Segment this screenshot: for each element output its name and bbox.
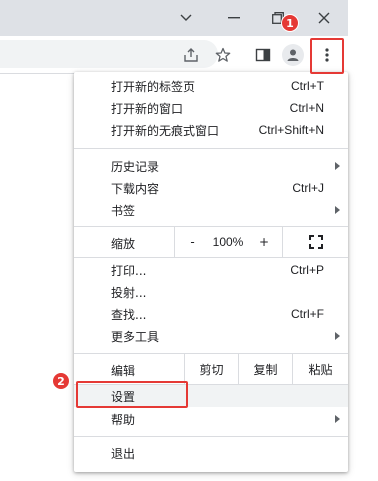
- menu-item-bookmarks[interactable]: 书签: [74, 199, 348, 221]
- edit-row: 编辑 剪切 复制 粘贴: [74, 354, 348, 384]
- copy-button[interactable]: 复制: [238, 354, 292, 384]
- fullscreen-button[interactable]: [282, 227, 348, 257]
- annotation-badge-2: 2: [52, 372, 70, 390]
- menu-divider: [74, 148, 348, 149]
- copy-label: 复制: [253, 362, 278, 377]
- paste-label: 粘贴: [308, 362, 333, 377]
- menu-item-label: 打开新的无痕式窗口: [111, 123, 220, 138]
- cut-button[interactable]: 剪切: [184, 354, 238, 384]
- menu-item-shortcut: Ctrl+N: [289, 101, 324, 115]
- paste-button[interactable]: 粘贴: [292, 354, 348, 384]
- zoom-value: 100%: [212, 235, 244, 249]
- menu-divider: [74, 257, 348, 258]
- menu-item-shortcut: Ctrl+T: [291, 79, 324, 93]
- zoom-label: 缩放: [111, 237, 136, 251]
- menu-divider: [74, 436, 348, 437]
- zoom-out-label: -: [190, 235, 195, 249]
- menu-item-cast[interactable]: 投射...: [74, 281, 348, 303]
- chrome-main-menu: 打开新的标签页 Ctrl+T 打开新的窗口 Ctrl+N 打开新的无痕式窗口 C…: [74, 72, 348, 472]
- menu-item-label: 书签: [111, 203, 136, 218]
- zoom-row: 缩放 - 100% +: [74, 227, 348, 257]
- menu-item-help[interactable]: 帮助: [74, 408, 348, 430]
- star-icon[interactable]: [212, 44, 234, 66]
- submenu-arrow-icon: [335, 206, 340, 214]
- menu-item-downloads[interactable]: 下载内容 Ctrl+J: [74, 177, 348, 199]
- annotation-box-menu-button: [310, 38, 344, 74]
- share-icon[interactable]: [180, 44, 202, 66]
- submenu-arrow-icon: [335, 332, 340, 340]
- menu-item-label: 打开新的标签页: [111, 79, 196, 94]
- menu-item-find[interactable]: 查找... Ctrl+F: [74, 303, 348, 325]
- menu-item-label: 查找...: [111, 307, 147, 322]
- menu-item-label: 更多工具: [111, 329, 160, 344]
- menu-item-label: 打印...: [111, 263, 147, 278]
- submenu-arrow-icon: [335, 415, 340, 423]
- menu-item-shortcut: Ctrl+P: [290, 263, 324, 277]
- menu-item-print[interactable]: 打印... Ctrl+P: [74, 259, 348, 281]
- zoom-out-button[interactable]: -: [174, 227, 210, 257]
- menu-item-new-window[interactable]: 打开新的窗口 Ctrl+N: [74, 97, 348, 119]
- menu-item-label: 下载内容: [111, 181, 160, 196]
- fullscreen-icon: [308, 235, 323, 249]
- menu-item-label: 打开新的窗口: [111, 101, 184, 116]
- menu-item-history[interactable]: 历史记录: [74, 155, 348, 177]
- profile-icon[interactable]: [282, 44, 304, 66]
- menu-item-shortcut: Ctrl+J: [292, 181, 324, 195]
- edit-label: 编辑: [111, 364, 136, 378]
- cut-label: 剪切: [199, 362, 224, 377]
- browser-toolbar: [0, 36, 348, 74]
- menu-item-label: 退出: [111, 446, 136, 461]
- menu-item-label: 历史记录: [111, 159, 160, 174]
- chevron-down-icon[interactable]: [176, 8, 196, 28]
- menu-item-label: 投射...: [111, 285, 147, 300]
- menu-item-more-tools[interactable]: 更多工具: [74, 325, 348, 347]
- menu-item-exit[interactable]: 退出: [74, 442, 348, 464]
- menu-item-incognito[interactable]: 打开新的无痕式窗口 Ctrl+Shift+N: [74, 119, 348, 141]
- menu-item-label: 帮助: [111, 412, 136, 427]
- zoom-in-label: +: [258, 235, 270, 249]
- annotation-badge-1: 1: [281, 14, 299, 32]
- submenu-arrow-icon: [335, 162, 340, 170]
- minimize-icon[interactable]: [224, 8, 244, 28]
- menu-item-shortcut: Ctrl+Shift+N: [258, 123, 324, 137]
- zoom-in-button[interactable]: +: [246, 227, 282, 257]
- zoom-level: 100%: [210, 227, 246, 257]
- side-panel-icon[interactable]: [252, 44, 274, 66]
- annotation-box-settings: [76, 381, 188, 408]
- close-icon[interactable]: [314, 8, 334, 28]
- menu-item-new-tab[interactable]: 打开新的标签页 Ctrl+T: [74, 75, 348, 97]
- menu-item-shortcut: Ctrl+F: [291, 307, 324, 321]
